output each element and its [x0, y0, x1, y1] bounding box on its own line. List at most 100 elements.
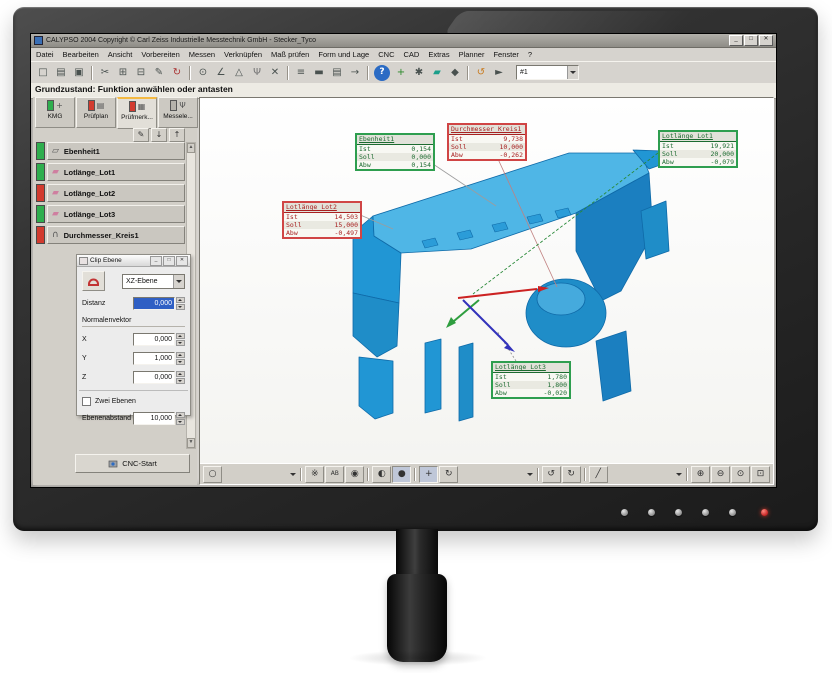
edit-icon[interactable]: ✎ [150, 64, 168, 82]
scroll-up-icon[interactable]: ▲ [187, 143, 195, 153]
menu-cnc[interactable]: CNC [378, 50, 394, 59]
minimize-button[interactable]: _ [729, 35, 743, 46]
menu-form-und-lage[interactable]: Form und Lage [318, 50, 369, 59]
maximize-button[interactable]: □ [744, 35, 758, 46]
search-icon[interactable]: ⊙ [194, 64, 212, 82]
monitor-button[interactable] [729, 509, 736, 516]
callout-lotlaenge-lot2[interactable]: Lotlänge_Lot2 Ist14,503 Soll15,000 Abw-0… [282, 201, 362, 239]
menu-verknuepfen[interactable]: Verknüpfen [224, 50, 262, 59]
dialog-maximize-button[interactable]: □ [163, 256, 175, 266]
menu-vorbereiten[interactable]: Vorbereiten [141, 50, 179, 59]
callout-ebenheit1[interactable]: Ebenheit1 Ist0,154 Soll0,000 Abw0,154 [355, 133, 435, 171]
pan-button[interactable]: + [419, 466, 438, 483]
close-button[interactable]: ✕ [759, 35, 773, 46]
new-icon[interactable]: □ [34, 64, 52, 82]
ebenenabstand-stepper[interactable] [176, 412, 185, 425]
ebenenabstand-field[interactable]: 10,000 [133, 412, 175, 425]
tab-pruefmerkmale[interactable]: ▦ Prüfmerk... [117, 97, 157, 129]
monitor-button[interactable] [702, 509, 709, 516]
x-stepper[interactable] [176, 333, 185, 346]
rotate-right-button[interactable]: ↻ [562, 466, 581, 483]
refresh-icon[interactable]: ↻ [168, 64, 186, 82]
menu-cad[interactable]: CAD [403, 50, 419, 59]
zoom-region-button[interactable]: ⊙ [731, 466, 750, 483]
z-stepper[interactable] [176, 371, 185, 384]
zwei-ebenen-checkbox[interactable] [82, 397, 91, 406]
x-field[interactable]: 0,000 [133, 333, 175, 346]
monitor-button[interactable] [621, 509, 628, 516]
tab-pruefplan[interactable]: ▤ Prüfplan [76, 97, 116, 128]
probe-tool-icon[interactable]: ◆ [446, 64, 464, 82]
globe-view-button[interactable]: ◉ [345, 466, 364, 483]
report-icon[interactable]: ▬ [310, 64, 328, 82]
cad-window-icon[interactable]: ▰ [428, 64, 446, 82]
cnc-start-button[interactable]: CNC-Start [75, 454, 190, 473]
base-system-combobox[interactable]: #1 [516, 65, 579, 80]
stylus-icon[interactable]: Ψ [248, 64, 266, 82]
solid-view-button[interactable]: ● [392, 466, 411, 483]
run-icon[interactable]: ► [490, 64, 508, 82]
rotate-icon[interactable]: ↺ [472, 64, 490, 82]
clip-plane-toggle-button[interactable] [82, 271, 105, 291]
menu-fenster[interactable]: Fenster [493, 50, 518, 59]
y-field[interactable]: 1,000 [133, 352, 175, 365]
rotate-view-button[interactable]: ↻ [439, 466, 458, 483]
list-icon[interactable]: ▤ [328, 64, 346, 82]
menu-mass-pruefen[interactable]: Maß prüfen [271, 50, 309, 59]
shape-select-button[interactable]: ○ [203, 466, 222, 483]
menu-planner[interactable]: Planner [459, 50, 485, 59]
list-item[interactable]: ▱Ebenheit1 [36, 142, 185, 160]
chevron-down-icon[interactable] [526, 468, 534, 481]
cut-icon[interactable]: ✂ [96, 64, 114, 82]
menu-messen[interactable]: Messen [189, 50, 215, 59]
text-labels-button[interactable]: AB [325, 466, 344, 483]
copy-icon[interactable]: ⊞ [114, 64, 132, 82]
menu-hilfe[interactable]: ? [528, 50, 532, 59]
dialog-minimize-button[interactable]: _ [150, 256, 162, 266]
monitor-button[interactable] [648, 509, 655, 516]
features-icon[interactable]: ✱ [410, 64, 428, 82]
y-stepper[interactable] [176, 352, 185, 365]
chevron-down-icon[interactable] [567, 66, 578, 79]
distanz-field[interactable]: 0,000 [133, 297, 175, 310]
scroll-down-icon[interactable]: ▼ [187, 438, 195, 448]
callout-durchmesser-kreis1[interactable]: Durchmesser_Kreis1 Ist9,738 Soll10,000 A… [447, 123, 527, 161]
move-down-button[interactable]: ↓ [151, 128, 167, 142]
list-item[interactable]: ▰Lotlänge_Lot2 [36, 184, 185, 202]
probe-display-button[interactable]: ╱ [589, 466, 608, 483]
menu-datei[interactable]: Datei [36, 50, 54, 59]
probe-angle-icon[interactable]: ∠ [212, 64, 230, 82]
monitor-button[interactable] [675, 509, 682, 516]
tab-messelemente[interactable]: Ψ Messele... [158, 97, 198, 128]
list-item[interactable]: ▰Lotlänge_Lot3 [36, 205, 185, 223]
add-feature-icon[interactable]: + [392, 64, 410, 82]
z-field[interactable]: 0,000 [133, 371, 175, 384]
send-icon[interactable]: → [346, 64, 364, 82]
open-icon[interactable]: ▤ [52, 64, 70, 82]
title-bar[interactable]: CALYPSO 2004 Copyright © Carl Zeiss Indu… [31, 34, 776, 48]
chevron-down-icon[interactable] [675, 468, 683, 481]
paste-icon[interactable]: ⊟ [132, 64, 150, 82]
probe-change-icon[interactable]: △ [230, 64, 248, 82]
callout-lotlaenge-lot3[interactable]: Lotlänge_Lot3 Ist1,780 Soll1,800 Abw-0,0… [491, 361, 571, 399]
dialog-title-bar[interactable]: Clip Ebene _ □ ✕ [77, 255, 190, 267]
menu-ansicht[interactable]: Ansicht [108, 50, 133, 59]
menu-bearbeiten[interactable]: Bearbeiten [63, 50, 99, 59]
chevron-down-icon[interactable] [289, 468, 297, 481]
print-icon[interactable]: ≡ [292, 64, 310, 82]
list-item[interactable]: ∩Durchmesser_Kreis1 [36, 226, 185, 244]
cad-canvas[interactable]: Ebenheit1 Ist0,154 Soll0,000 Abw0,154 Du… [200, 98, 773, 464]
list-item[interactable]: ▰Lotlänge_Lot1 [36, 163, 185, 181]
zoom-in-button[interactable]: ⊕ [691, 466, 710, 483]
labels-toggle-button[interactable]: ※ [305, 466, 324, 483]
chevron-down-icon[interactable] [173, 275, 184, 288]
menu-extras[interactable]: Extras [428, 50, 449, 59]
dialog-close-button[interactable]: ✕ [176, 256, 188, 266]
callout-lotlaenge-lot1[interactable]: Lotlänge_Lot1 Ist19,921 Soll20,000 Abw-0… [658, 130, 738, 168]
rotate-left-button[interactable]: ↺ [542, 466, 561, 483]
help-icon[interactable]: ? [374, 65, 390, 81]
plane-select[interactable]: XZ-Ebene [122, 274, 185, 289]
move-up-button[interactable]: ↑ [169, 128, 185, 142]
distanz-stepper[interactable] [176, 297, 185, 310]
save-icon[interactable]: ▣ [70, 64, 88, 82]
